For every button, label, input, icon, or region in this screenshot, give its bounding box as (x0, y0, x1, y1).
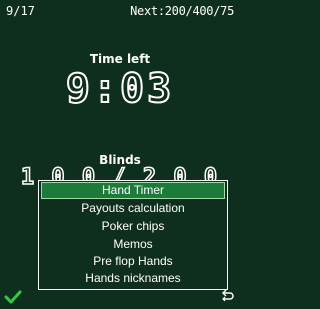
timer-display: 9:03 (65, 65, 175, 113)
menu-item-pre-flop-hands[interactable]: Pre flop Hands (41, 253, 225, 270)
checkmark-icon[interactable] (4, 289, 22, 304)
options-menu: Hand Timer Payouts calculation Poker chi… (38, 180, 228, 290)
menu-item-poker-chips[interactable]: Poker chips (41, 218, 225, 235)
hand-timer-screen: 9/17 Next:200/400/75 Time left 9:03 Blin… (0, 0, 240, 309)
round-counter: 9/17 (6, 4, 35, 18)
menu-item-payouts-calculation[interactable]: Payouts calculation (41, 200, 225, 217)
status-bar: 9/17 Next:200/400/75 (0, 0, 240, 22)
menu-item-hands-nicknames[interactable]: Hands nicknames (41, 270, 225, 287)
back-arrow-icon[interactable] (220, 288, 234, 302)
time-left-label: Time left (89, 52, 151, 66)
menu-item-hand-timer[interactable]: Hand Timer (41, 182, 225, 199)
next-blinds-indicator: Next:200/400/75 (130, 4, 234, 18)
menu-item-memos[interactable]: Memos (41, 236, 225, 253)
